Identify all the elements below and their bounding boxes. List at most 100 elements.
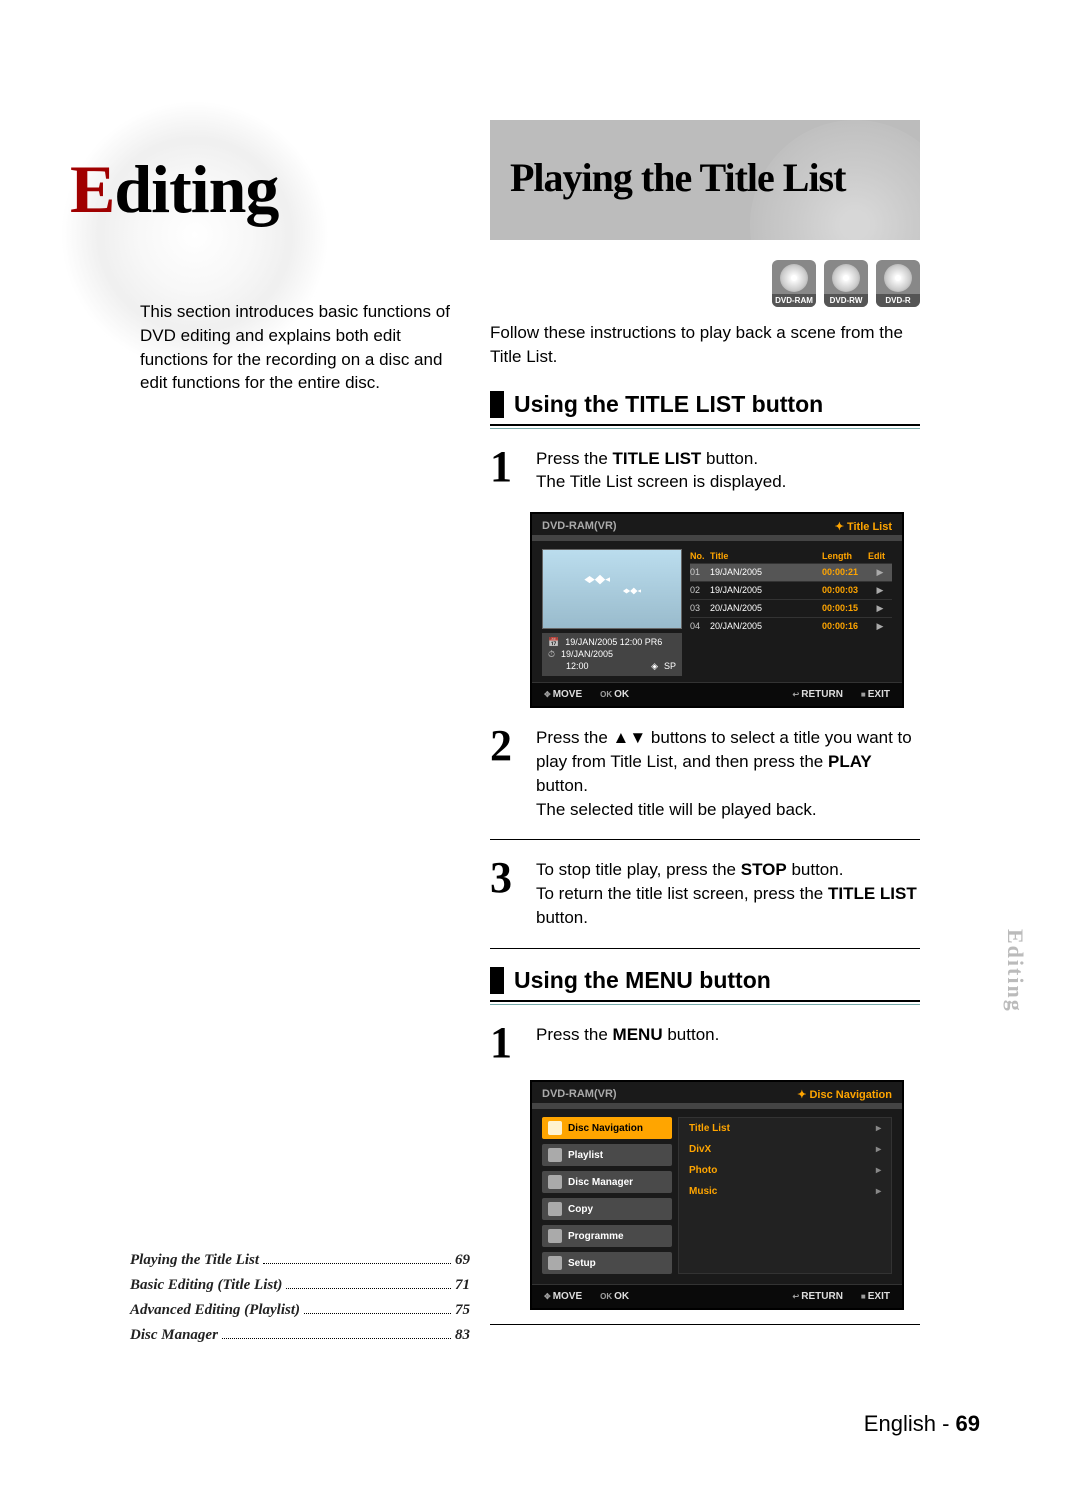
step-text: Press the TITLE LIST button. The Title L… [536, 447, 920, 495]
subsection-heading: Using the MENU button [490, 967, 920, 994]
clock-icon: ⏱ [548, 649, 555, 661]
play-icon: ▶ [868, 621, 892, 632]
menu-disc-manager: Disc Manager [542, 1171, 672, 1193]
footer-language: English - [864, 1411, 956, 1436]
text: 19/JAN/2005 12:00 PR6 [565, 637, 662, 649]
copy-icon [548, 1202, 562, 1216]
toc-page: 83 [455, 1327, 470, 1344]
menu-copy: Copy [542, 1198, 672, 1220]
disc-type-badges: DVD-RAM DVD-RW DVD-R [490, 260, 920, 307]
disc-icon [884, 264, 912, 292]
toc-row: Disc Manager 83 [130, 1327, 470, 1344]
preview-thumbnail [542, 549, 682, 629]
step-3: 3 To stop title play, press the STOP but… [490, 858, 920, 929]
col-title: Title [710, 551, 822, 561]
calendar-icon: 📅 [548, 637, 559, 649]
separator [490, 948, 920, 949]
disc-badge-dvdrw: DVD-RW [824, 260, 868, 307]
manual-page: Editing This section introduces basic fu… [0, 0, 1080, 1487]
right-submenu: Title List▸ DivX▸ Photo▸ Music▸ [678, 1117, 892, 1274]
col-no: No. [690, 551, 710, 561]
chapter-title-rest: diting [114, 151, 278, 227]
bold-text: STOP [741, 860, 787, 879]
disc-manager-icon [548, 1175, 562, 1189]
separator [490, 839, 920, 840]
screen-hint-bar: ✥MOVE OKOK ↩RETURN ■EXIT [532, 1284, 902, 1308]
side-tab-label: Editing [1002, 929, 1028, 1013]
section-title-banner: Playing the Title List [490, 120, 920, 240]
screen-hint-bar: ✥MOVE OKOK ↩RETURN ■EXIT [532, 682, 902, 706]
text: The Title List screen is displayed. [536, 472, 786, 491]
screen-context: DVD-RAM(VR) [542, 520, 617, 533]
screen-title: Title List [847, 521, 892, 533]
table-row: 03 20/JAN/2005 00:00:15 ▶ [690, 599, 892, 617]
play-icon: ▶ [868, 603, 892, 614]
text: Press the [536, 449, 613, 468]
step-number: 3 [490, 858, 524, 898]
step-2: 2 Press the ▲▼ buttons to select a title… [490, 726, 920, 821]
submenu-title-list: Title List▸ [679, 1118, 891, 1139]
text: 12:00 [548, 661, 645, 673]
content-column: Playing the Title List DVD-RAM DVD-RW DV… [490, 120, 920, 1331]
text: Press the [536, 1025, 613, 1044]
submenu-photo: Photo▸ [679, 1160, 891, 1181]
text: button. [787, 860, 844, 879]
rule-thin [490, 1004, 920, 1005]
text: button. [663, 1025, 720, 1044]
footer-page-number: 69 [956, 1411, 980, 1436]
hint-ok: OK [614, 689, 629, 700]
chevron-right-icon: ▸ [876, 1186, 881, 1197]
play-icon: ▶ [868, 585, 892, 596]
toc-leader [304, 1313, 451, 1314]
text: SP [664, 661, 676, 673]
toc-title: Playing the Title List [130, 1252, 259, 1269]
dpad-icon: ✥ [544, 690, 551, 699]
chevron-right-icon: ▸ [876, 1123, 881, 1134]
subsection-heading: Using the TITLE LIST button [490, 391, 920, 418]
sec2-step-1: 1 Press the MENU button. [490, 1023, 920, 1063]
separator [490, 1324, 920, 1325]
return-icon: ↩ [793, 690, 800, 699]
table-of-contents: Playing the Title List 69 Basic Editing … [130, 1252, 470, 1352]
disc-icon [832, 264, 860, 292]
title-table: No. Title Length Edit 01 19/JAN/2005 00:… [690, 549, 892, 676]
disc-label: DVD-R [876, 294, 920, 307]
toc-leader [263, 1263, 451, 1264]
play-icon: ▶ [868, 567, 892, 578]
menu-disc-navigation: Disc Navigation [542, 1117, 672, 1139]
submenu-divx: DivX▸ [679, 1139, 891, 1160]
left-menu: Disc Navigation Playlist Disc Manager Co… [542, 1117, 672, 1274]
step-text: Press the MENU button. [536, 1023, 920, 1047]
disc-icon [780, 264, 808, 292]
setup-icon [548, 1256, 562, 1270]
playlist-icon [548, 1148, 562, 1162]
bold-text: TITLE LIST [613, 449, 702, 468]
quality-icon: ◈ [651, 661, 658, 673]
disc-badge-dvdram: DVD-RAM [772, 260, 816, 307]
toc-leader [222, 1338, 451, 1339]
toc-row: Advanced Editing (Playlist) 75 [130, 1302, 470, 1319]
exit-icon: ■ [861, 690, 866, 699]
table-row: 04 20/JAN/2005 00:00:16 ▶ [690, 617, 892, 635]
toc-title: Basic Editing (Title List) [130, 1277, 282, 1294]
chapter-title: Editing [70, 150, 470, 229]
toc-title: Advanced Editing (Playlist) [130, 1302, 300, 1319]
programme-icon [548, 1229, 562, 1243]
bold-text: PLAY [828, 752, 872, 771]
col-edit: Edit [868, 551, 892, 561]
text: button. [701, 449, 758, 468]
text: 19/JAN/2005 [561, 649, 613, 661]
hint-ok: OK [614, 1291, 629, 1302]
toc-page: 69 [455, 1252, 470, 1269]
hint-return: RETURN [801, 1291, 843, 1302]
toc-title: Disc Manager [130, 1327, 218, 1344]
toc-row: Playing the Title List 69 [130, 1252, 470, 1269]
text: button. [536, 776, 588, 795]
table-row: 02 19/JAN/2005 00:00:03 ▶ [690, 581, 892, 599]
ok-icon: OK [600, 690, 612, 699]
step-text: To stop title play, press the STOP butto… [536, 858, 920, 929]
rule [490, 424, 920, 426]
chapter-first-letter: E [70, 151, 114, 227]
screenshot-title-list: DVD-RAM(VR) ✦ Title List 📅19/JAN/2005 12… [530, 512, 904, 708]
toc-leader [286, 1288, 451, 1289]
